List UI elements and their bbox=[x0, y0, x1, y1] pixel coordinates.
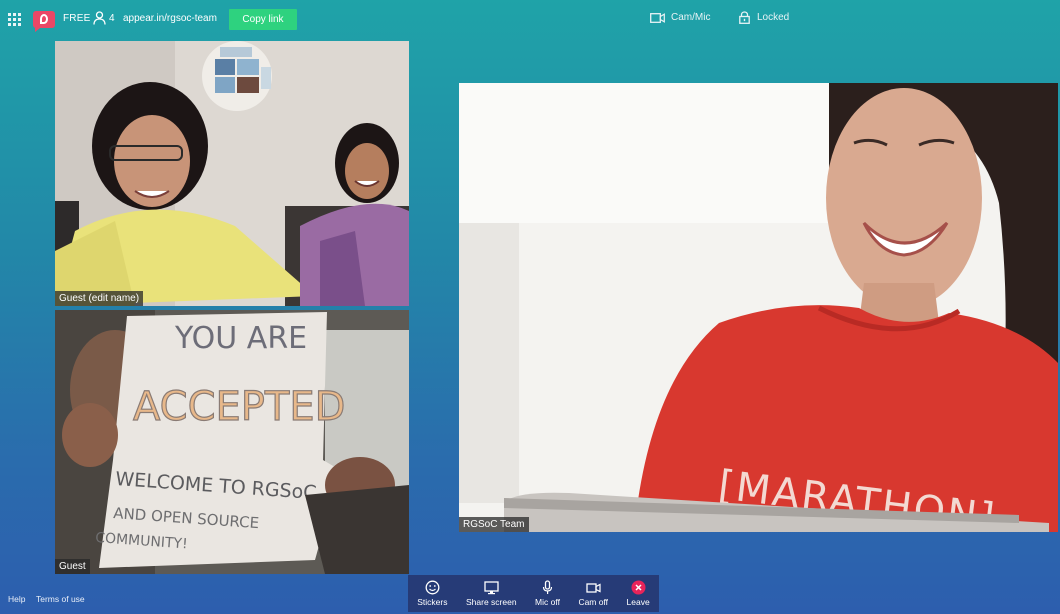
cam-mic-label: Cam/Mic bbox=[671, 12, 711, 23]
plan-badge: FREE bbox=[63, 13, 91, 24]
smiley-icon bbox=[425, 580, 440, 595]
top-bar: FREE 4 appear.in/rgsoc-team Copy link Ca… bbox=[0, 0, 1060, 38]
video-tile-rgsoc-team[interactable]: [MARATHON] RGSoC Team bbox=[459, 83, 1058, 532]
cam-mic-button[interactable]: Cam/Mic bbox=[650, 12, 710, 23]
appear-in-logo[interactable] bbox=[33, 11, 55, 32]
participant-name-label: RGSoC Team bbox=[459, 517, 529, 532]
mic-off-label: Mic off bbox=[535, 597, 560, 607]
video-tile-guest[interactable]: YOU ARE ACCEPTED WELCOME TO RGSoC AND OP… bbox=[55, 310, 409, 574]
stickers-label: Stickers bbox=[417, 597, 448, 607]
user-icon bbox=[93, 11, 106, 25]
cam-off-button[interactable]: Cam off bbox=[569, 575, 617, 612]
lock-icon bbox=[739, 11, 750, 24]
participant-name-label: Guest bbox=[55, 559, 90, 574]
call-controls-toolbar: Stickers Share screen Mic off Cam off Le… bbox=[408, 575, 659, 612]
share-screen-label: Share screen bbox=[465, 597, 517, 607]
participant-name-label[interactable]: Guest (edit name) bbox=[55, 291, 144, 306]
lock-room-button[interactable]: Locked bbox=[739, 11, 789, 24]
stickers-button[interactable]: Stickers bbox=[408, 575, 457, 612]
locked-label: Locked bbox=[757, 12, 790, 23]
leave-button[interactable]: Leave bbox=[617, 575, 659, 612]
share-screen-button[interactable]: Share screen bbox=[457, 575, 526, 612]
participant-count: 4 bbox=[109, 13, 115, 24]
help-link[interactable]: Help bbox=[8, 594, 25, 604]
camera-icon bbox=[650, 12, 665, 23]
microphone-icon bbox=[542, 580, 553, 594]
video-feed: YOU ARE ACCEPTED WELCOME TO RGSoC AND OP… bbox=[55, 310, 409, 574]
terms-of-use-link[interactable]: Terms of use bbox=[36, 594, 85, 604]
close-icon bbox=[631, 580, 646, 595]
mic-off-button[interactable]: Mic off bbox=[526, 575, 569, 612]
wall-art-icon bbox=[202, 41, 272, 111]
video-camera-icon bbox=[586, 583, 601, 593]
cam-off-label: Cam off bbox=[578, 597, 609, 607]
leave-label: Leave bbox=[626, 597, 650, 607]
room-url: appear.in/rgsoc-team bbox=[123, 13, 217, 24]
video-feed: [MARATHON] bbox=[459, 83, 1058, 532]
video-tile-guest-edit-name[interactable]: Guest (edit name) bbox=[55, 41, 409, 306]
video-feed bbox=[55, 41, 409, 306]
apps-grid-icon[interactable] bbox=[8, 13, 21, 26]
sign-line-1: YOU ARE bbox=[174, 321, 307, 356]
copy-link-button[interactable]: Copy link bbox=[229, 9, 297, 30]
sign-line-2: ACCEPTED bbox=[133, 384, 345, 430]
monitor-icon bbox=[484, 581, 499, 595]
